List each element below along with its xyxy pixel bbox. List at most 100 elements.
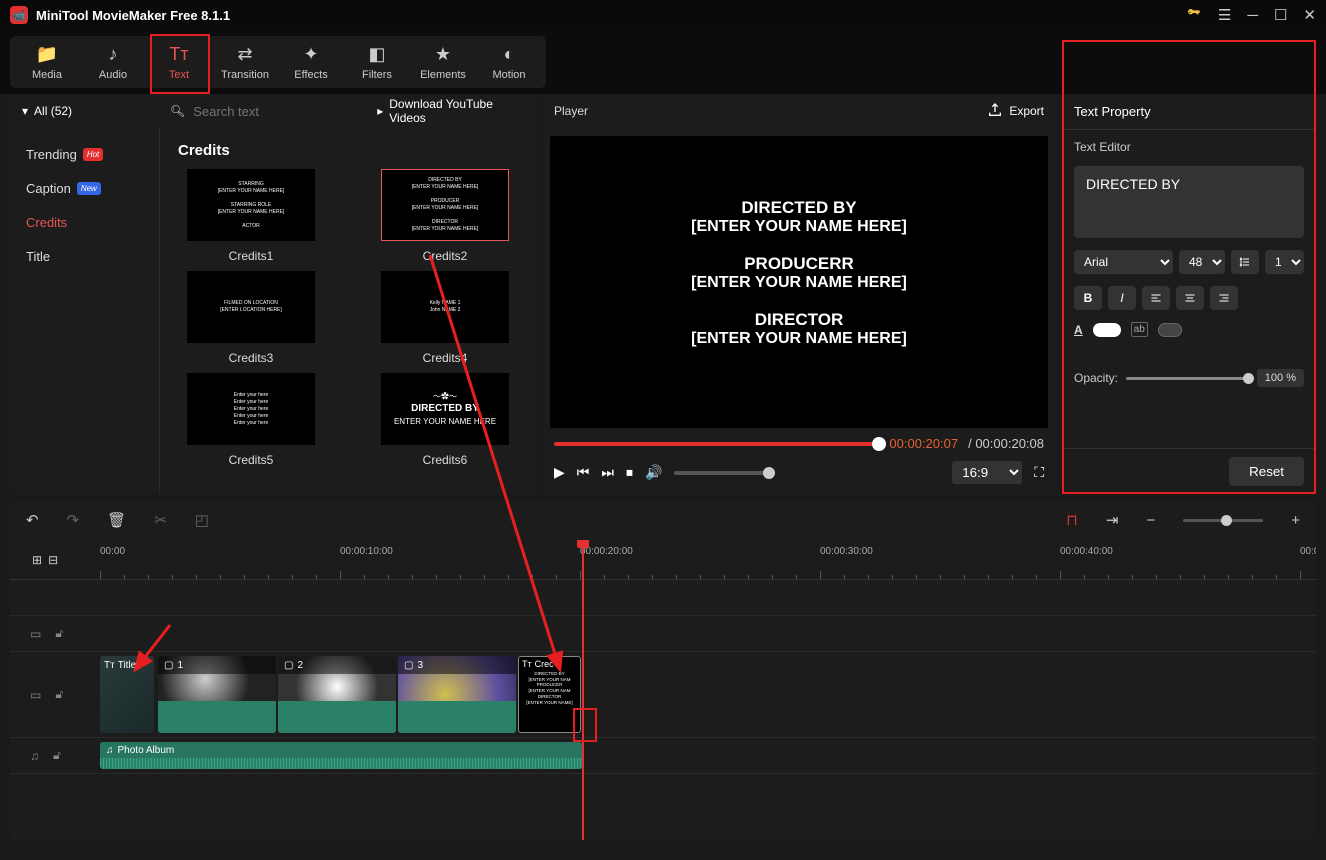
minimize-icon[interactable]: ─ xyxy=(1247,7,1258,24)
bold-button[interactable]: B xyxy=(1074,286,1102,310)
tab-text[interactable]: TᴛText xyxy=(146,40,212,84)
align-center-button[interactable] xyxy=(1176,286,1204,310)
zoom-in-button[interactable]: + xyxy=(1291,512,1300,529)
timeline-toolbar: ↶ ↷ 🗑 ✂ ◰ ⊓ ⇥ − + xyxy=(10,500,1316,540)
aspect-select[interactable]: 16:9 xyxy=(952,461,1022,484)
play-button[interactable]: ▶ xyxy=(554,464,565,481)
credits-clip[interactable]: TᴛCrec DIRECTED BY[ENTER YOUR NAMPRODUCE… xyxy=(518,656,581,733)
image-clip-1[interactable]: ▢1 xyxy=(158,656,276,733)
seek-bar[interactable] xyxy=(554,442,879,446)
line-spacing-select[interactable]: 1 xyxy=(1265,250,1304,274)
all-dropdown[interactable]: ▾ All (52) xyxy=(10,94,160,128)
tab-effects[interactable]: ✦Effects xyxy=(278,40,344,84)
export-button[interactable]: Export xyxy=(987,102,1044,121)
fullscreen-icon[interactable]: ⛶ xyxy=(1034,464,1044,481)
hamburger-icon[interactable]: ☰ xyxy=(1218,6,1231,24)
key-icon[interactable] xyxy=(1186,5,1202,25)
preset-credits6[interactable]: ～✿～DIRECTED BYENTER YOUR NAME HERECredit… xyxy=(368,373,522,467)
tab-filters[interactable]: ◧Filters xyxy=(344,40,410,84)
text-editor-input[interactable]: DIRECTED BY xyxy=(1074,166,1304,238)
unlock-icon[interactable]: 🔓︎ xyxy=(53,748,61,763)
highlight-color-swatch[interactable] xyxy=(1158,323,1182,337)
property-title: Text Property xyxy=(1062,94,1316,130)
magnet-icon[interactable]: ⊓ xyxy=(1066,511,1078,529)
reset-button[interactable]: Reset xyxy=(1229,457,1304,486)
unlock-icon[interactable]: 🔓︎ xyxy=(55,687,63,702)
preset-thumb[interactable]: DIRECTED BY[ENTER YOUR NAME HERE] PRODUC… xyxy=(381,169,509,241)
time-current: 00:00:20:07 xyxy=(889,436,958,451)
tab-transition[interactable]: ⇄Transition xyxy=(212,40,278,84)
title-clip[interactable]: TᴛTitle xyxy=(100,656,154,733)
category-trending[interactable]: TrendingHot xyxy=(10,140,159,168)
preset-credits2[interactable]: DIRECTED BY[ENTER YOUR NAME HERE] PRODUC… xyxy=(368,169,522,263)
split-button[interactable]: ✂ xyxy=(154,511,167,529)
audio-track-content[interactable]: ♫Photo Album xyxy=(100,738,1316,773)
volume-button[interactable]: 🔊 xyxy=(645,464,662,481)
preset-thumb[interactable]: Enter your hereEnter your hereEnter your… xyxy=(187,373,315,445)
tab-media[interactable]: 📁Media xyxy=(14,40,80,84)
font-size-select[interactable]: 48 xyxy=(1179,250,1225,274)
maximize-icon[interactable]: ☐ xyxy=(1274,6,1287,24)
preset-thumb[interactable]: Kelly NAME 1John NAME 2 xyxy=(381,271,509,343)
image-clip-2[interactable]: ▢2 xyxy=(278,656,396,733)
spacer-track xyxy=(10,580,1316,616)
unlock-icon[interactable]: 🔓︎ xyxy=(55,626,63,641)
add-track-icon[interactable]: ⊞ xyxy=(32,553,42,567)
presets-title: Credits xyxy=(178,142,522,159)
close-icon[interactable]: ✕ xyxy=(1303,6,1316,24)
category-caption[interactable]: CaptionNew xyxy=(10,174,159,202)
italic-button[interactable]: I xyxy=(1108,286,1136,310)
preset-credits5[interactable]: Enter your hereEnter your hereEnter your… xyxy=(174,373,328,467)
crop-button[interactable]: ◰ xyxy=(195,511,209,529)
tab-label: Audio xyxy=(99,69,127,81)
ruler[interactable]: 00:0000:00:10:0000:00:20:0000:00:30:0000… xyxy=(100,540,1316,579)
credit-name: [ENTER YOUR NAME HERE] xyxy=(691,218,907,236)
image-clip-3[interactable]: ▢3 xyxy=(398,656,516,733)
audio-clip[interactable]: ♫Photo Album xyxy=(100,742,582,769)
zoom-slider[interactable] xyxy=(1183,519,1263,522)
credits-clip-label: Crec xyxy=(535,659,554,671)
download-youtube-link[interactable]: ▸ Download YouTube Videos xyxy=(377,97,526,125)
export-label: Export xyxy=(1009,104,1044,118)
category-credits[interactable]: Credits xyxy=(10,208,159,236)
stop-button[interactable]: ⏹ xyxy=(626,464,633,481)
opacity-handle[interactable] xyxy=(1243,373,1254,384)
preset-thumb[interactable]: STARRING[ENTER YOUR NAME HERE] STARRING … xyxy=(187,169,315,241)
line-spacing-icon xyxy=(1231,250,1259,274)
timeline: ⊞ ⊟ 00:0000:00:10:0000:00:20:0000:00:30:… xyxy=(10,540,1316,840)
tab-elements[interactable]: ★Elements xyxy=(410,40,476,84)
preset-credits4[interactable]: Kelly NAME 1John NAME 2Credits4 xyxy=(368,271,522,365)
video-track-content[interactable]: TᴛTitle ▢1 ▢2 ▢3 TᴛCrec DIRECTED BY[ENTE… xyxy=(100,652,1316,737)
redo-button[interactable]: ↷ xyxy=(67,511,80,529)
zoom-out-button[interactable]: − xyxy=(1146,512,1155,529)
undo-button[interactable]: ↶ xyxy=(26,511,39,529)
font-family-select[interactable]: Arial xyxy=(1074,250,1173,274)
seek-handle[interactable] xyxy=(872,437,886,451)
preset-credits1[interactable]: STARRING[ENTER YOUR NAME HERE] STARRING … xyxy=(174,169,328,263)
align-right-button[interactable] xyxy=(1210,286,1238,310)
preset-thumb[interactable]: FILMED ON LOCATION[ENTER LOCATION HERE] xyxy=(187,271,315,343)
volume-slider[interactable] xyxy=(674,471,770,475)
preset-thumb[interactable]: ～✿～DIRECTED BYENTER YOUR NAME HERE xyxy=(381,373,509,445)
snap-icon[interactable]: ⇥ xyxy=(1106,511,1119,529)
text-color-swatch[interactable] xyxy=(1093,323,1121,337)
player-viewport[interactable]: DIRECTED BY[ENTER YOUR NAME HERE]PRODUCE… xyxy=(550,136,1048,428)
next-frame-button[interactable]: ⏭ xyxy=(601,464,614,481)
opacity-slider[interactable] xyxy=(1126,377,1249,380)
delete-button[interactable]: 🗑 xyxy=(107,511,126,529)
zoom-handle[interactable] xyxy=(1221,515,1232,526)
align-left-button[interactable] xyxy=(1142,286,1170,310)
tab-audio[interactable]: ♪Audio xyxy=(80,40,146,84)
playhead[interactable] xyxy=(582,540,584,840)
tab-motion[interactable]: ◐Motion xyxy=(476,40,542,84)
category-title[interactable]: Title xyxy=(10,242,159,270)
preset-credits3[interactable]: FILMED ON LOCATION[ENTER LOCATION HERE]C… xyxy=(174,271,328,365)
ruler-mark: 00:00 xyxy=(100,546,125,557)
search-input[interactable] xyxy=(193,104,369,119)
volume-handle[interactable] xyxy=(763,467,775,479)
prev-frame-button[interactable]: ⏮ xyxy=(577,464,590,481)
remove-track-icon[interactable]: ⊟ xyxy=(48,553,58,567)
video-track: ▭ 🔓︎ TᴛTitle ▢1 ▢2 ▢3 TᴛCrec DIRECTED BY… xyxy=(10,652,1316,738)
ruler-mark: 00:00:10:00 xyxy=(340,546,393,557)
time-total: / 00:00:20:08 xyxy=(968,436,1044,451)
